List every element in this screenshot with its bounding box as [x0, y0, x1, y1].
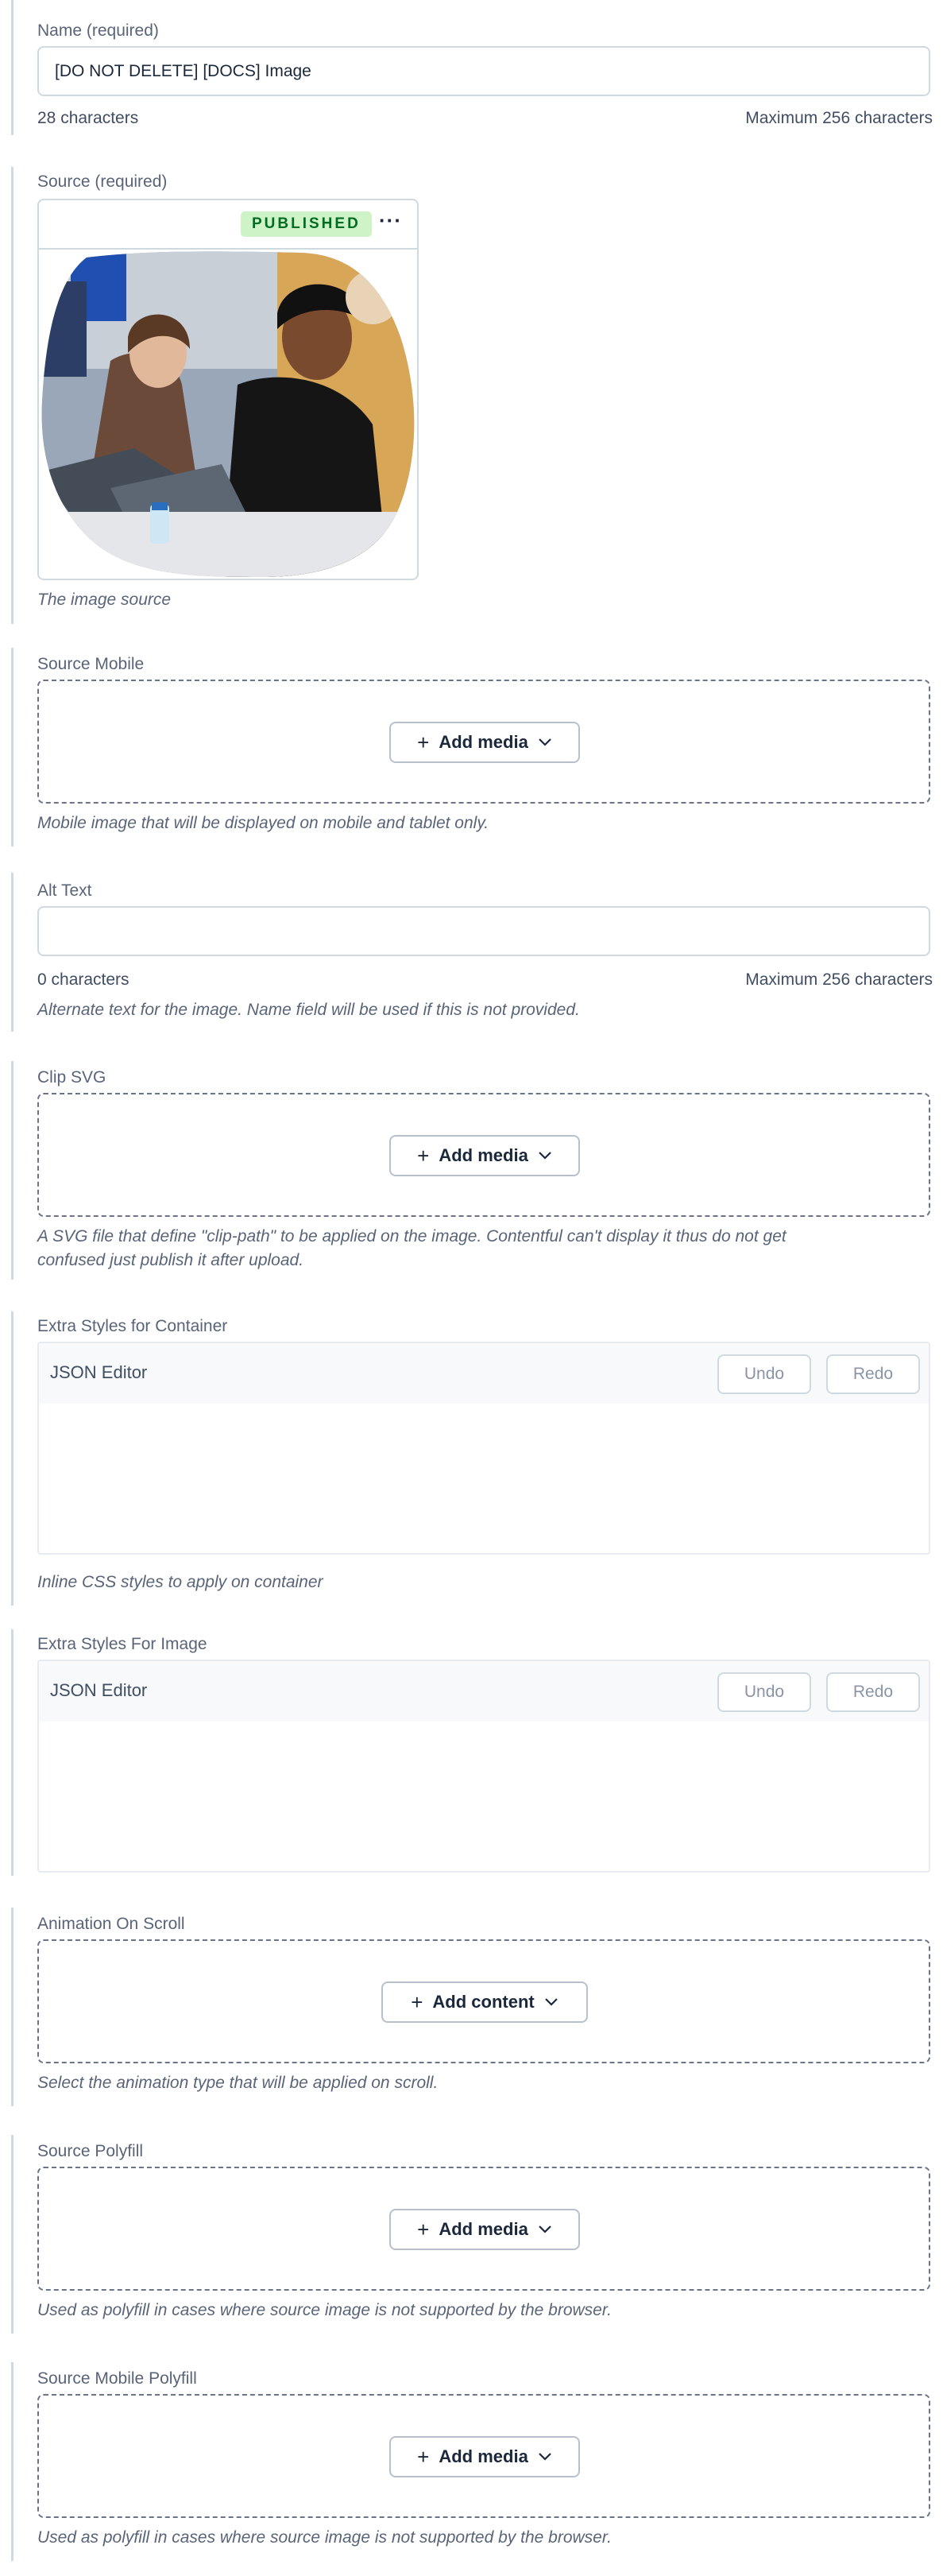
source-mobile-help: Mobile image that will be displayed on m… — [37, 814, 489, 832]
name-char-count: 28 characters — [37, 109, 139, 127]
name-max-chars: Maximum 256 characters — [745, 109, 933, 127]
undo-button[interactable]: Undo — [717, 1354, 811, 1394]
json-editor[interactable]: JSON Editor Undo Redo — [37, 1342, 930, 1555]
plus-icon: + — [411, 1990, 423, 2014]
add-media-label: Add media — [439, 2446, 528, 2466]
ellipsis-icon[interactable]: ··· — [379, 208, 402, 233]
clip-svg-dropzone[interactable]: + Add media — [37, 1093, 930, 1217]
undo-button[interactable]: Undo — [717, 1672, 811, 1712]
source-polyfill-field: Source Polyfill + Add media Used as poly… — [11, 2135, 933, 2334]
chevron-down-icon — [539, 1152, 551, 1160]
source-polyfill-dropzone[interactable]: + Add media — [37, 2167, 930, 2291]
add-content-label: Add content — [432, 1992, 535, 2012]
plus-icon: + — [417, 1144, 430, 1168]
animation-help: Select the animation type that will be a… — [37, 2074, 439, 2092]
add-media-button[interactable]: + Add media — [389, 1135, 580, 1176]
animation-field: Animation On Scroll + Add content Select… — [11, 1908, 933, 2106]
add-media-label: Add media — [439, 1145, 528, 1165]
source-asset-card[interactable]: PUBLISHED ··· — [37, 199, 419, 580]
add-media-label: Add media — [439, 2219, 528, 2239]
name-label: Name (required) — [37, 21, 159, 40]
source-help: The image source — [37, 591, 172, 609]
source-mobile-polyfill-help: Used as polyfill in cases where source i… — [37, 2528, 612, 2547]
source-polyfill-label: Source Polyfill — [37, 2142, 144, 2160]
source-mobile-dropzone[interactable]: + Add media — [37, 680, 930, 804]
chevron-down-icon — [539, 738, 551, 746]
json-editor-title: JSON Editor — [50, 1362, 148, 1382]
source-mobile-field: Source Mobile + Add media Mobile image t… — [11, 648, 933, 846]
json-editor-toolbar: JSON Editor Undo Redo — [39, 1343, 929, 1404]
alt-text-max-chars: Maximum 256 characters — [745, 970, 933, 989]
styles-container-label: Extra Styles for Container — [37, 1317, 228, 1335]
styles-container-field: Extra Styles for Container JSON Editor U… — [11, 1311, 933, 1606]
name-input[interactable]: [DO NOT DELETE] [DOCS] Image — [37, 46, 930, 96]
styles-image-label: Extra Styles For Image — [37, 1635, 207, 1653]
source-polyfill-help: Used as polyfill in cases where source i… — [37, 2301, 612, 2319]
json-editor-title: JSON Editor — [50, 1680, 148, 1700]
source-mobile-polyfill-dropzone[interactable]: + Add media — [37, 2394, 930, 2518]
json-editor[interactable]: JSON Editor Undo Redo — [37, 1660, 930, 1873]
chevron-down-icon — [544, 1998, 558, 2006]
alt-text-char-count: 0 characters — [37, 970, 129, 989]
add-media-label: Add media — [439, 732, 528, 752]
name-field: Name (required) [DO NOT DELETE] [DOCS] I… — [11, 0, 933, 135]
styles-image-field: Extra Styles For Image JSON Editor Undo … — [11, 1629, 933, 1876]
chevron-down-icon — [539, 2225, 551, 2233]
clip-svg-label: Clip SVG — [37, 1068, 106, 1087]
add-media-button[interactable]: + Add media — [389, 2209, 580, 2250]
source-label: Source (required) — [37, 172, 168, 191]
alt-text-input[interactable] — [37, 906, 930, 956]
add-media-button[interactable]: + Add media — [389, 2436, 580, 2477]
status-badge: PUBLISHED — [241, 211, 372, 237]
clip-svg-field: Clip SVG + Add media A SVG file that def… — [11, 1061, 933, 1280]
redo-button[interactable]: Redo — [826, 1354, 920, 1394]
source-mobile-label: Source Mobile — [37, 655, 145, 673]
add-media-button[interactable]: + Add media — [389, 722, 580, 763]
redo-button[interactable]: Redo — [826, 1672, 920, 1712]
source-mobile-polyfill-label: Source Mobile Polyfill — [37, 2369, 197, 2388]
alt-text-field: Alt Text 0 characters Maximum 256 charac… — [11, 873, 933, 1032]
alt-text-help: Alternate text for the image. Name field… — [37, 1001, 580, 1019]
animation-dropzone[interactable]: + Add content — [37, 1939, 930, 2063]
plus-icon: + — [417, 2218, 430, 2241]
add-content-button[interactable]: + Add content — [381, 1981, 588, 2023]
animation-label: Animation On Scroll — [37, 1915, 185, 1933]
clip-svg-help-line2: confused just publish it after upload. — [37, 1251, 304, 1269]
source-field: Source (required) PUBLISHED ··· The imag… — [11, 167, 933, 624]
alt-text-label: Alt Text — [37, 881, 92, 900]
source-mobile-polyfill-field: Source Mobile Polyfill + Add media Used … — [11, 2362, 933, 2561]
asset-thumbnail — [41, 251, 415, 578]
clip-svg-help-line1: A SVG file that define "clip-path" to be… — [37, 1227, 786, 1245]
plus-icon: + — [417, 2445, 430, 2469]
chevron-down-icon — [539, 2453, 551, 2461]
styles-container-help: Inline CSS styles to apply on container — [37, 1573, 323, 1591]
plus-icon: + — [417, 730, 430, 754]
asset-card-header: PUBLISHED ··· — [39, 200, 417, 250]
json-editor-toolbar: JSON Editor Undo Redo — [39, 1661, 929, 1722]
